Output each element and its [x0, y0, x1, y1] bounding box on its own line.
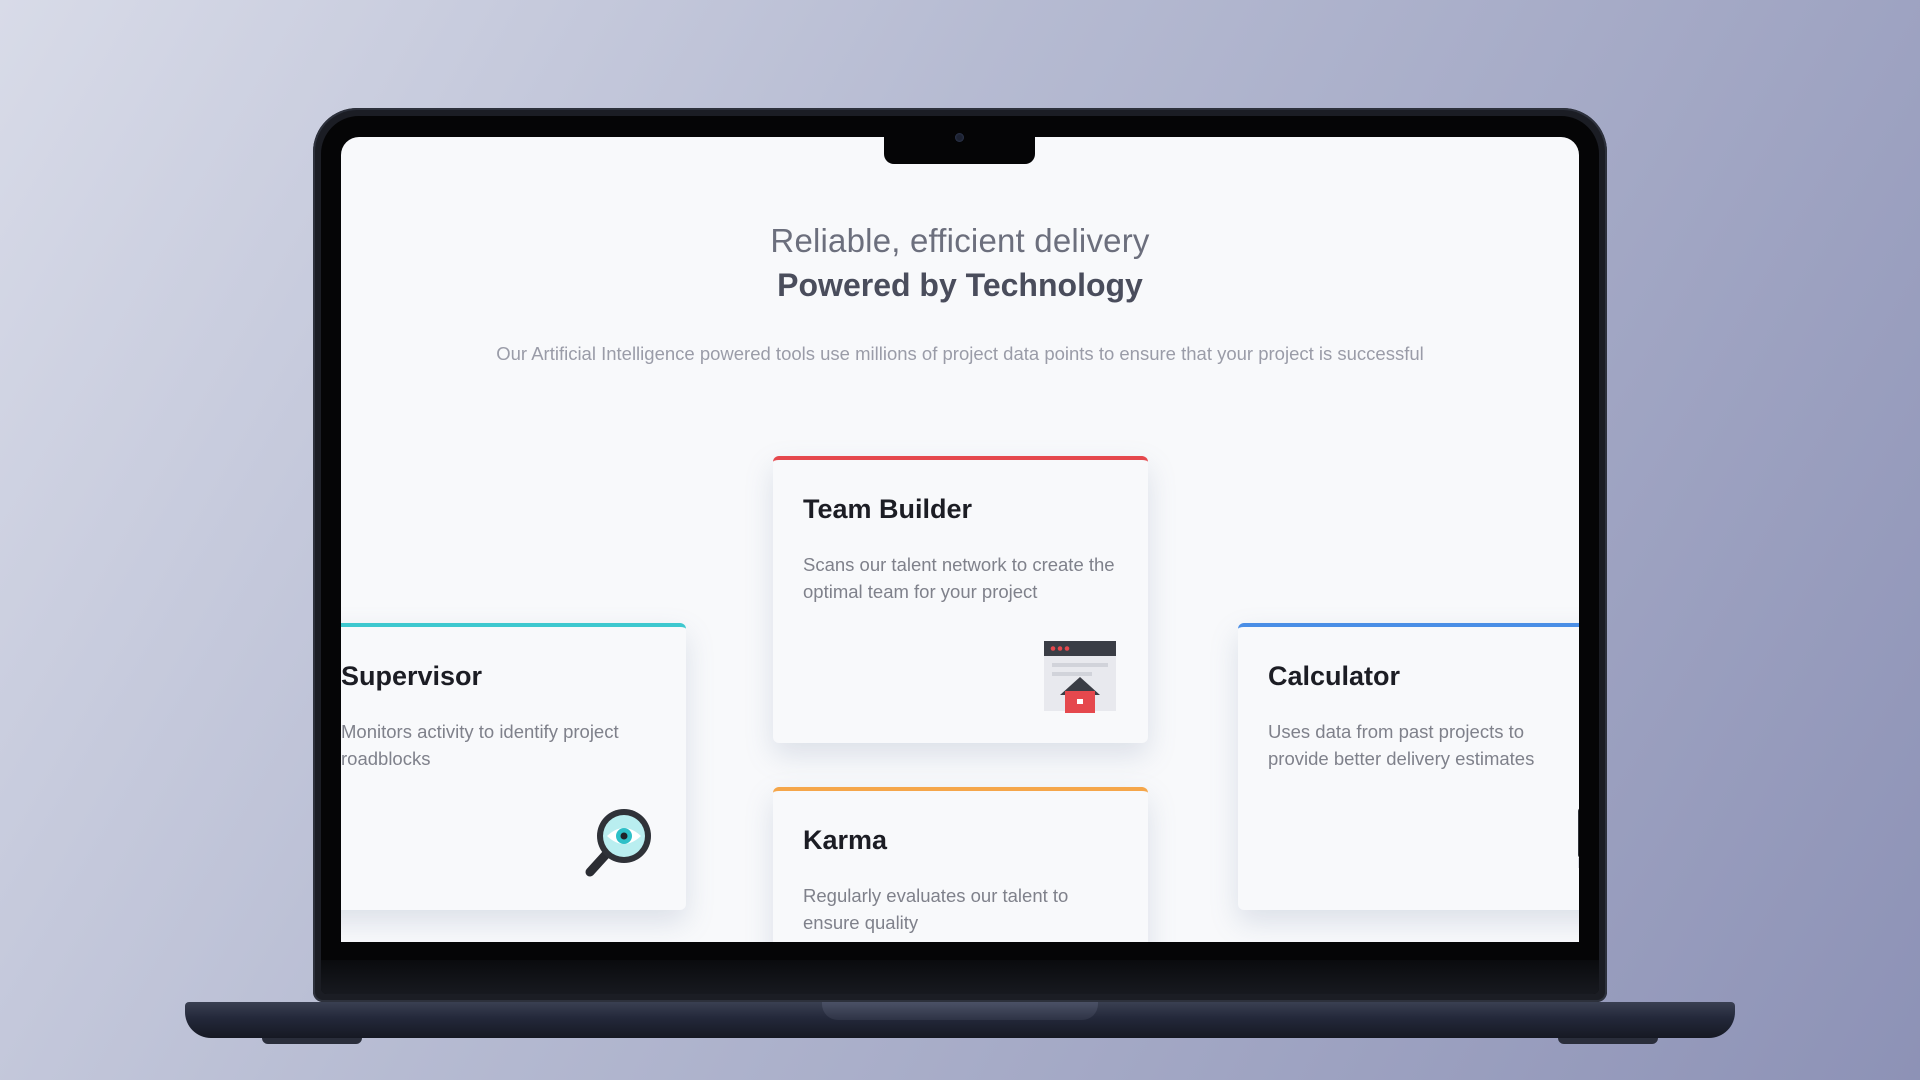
screen-chin: [321, 960, 1599, 994]
magnifier-eye-icon: [580, 806, 656, 882]
hero-subtitle: Reliable, efficient delivery: [770, 222, 1150, 259]
card-title: Karma: [803, 825, 888, 855]
card-karma[interactable]: Karma Regularly evaluates our talent to …: [773, 787, 1148, 942]
card-title: Team Builder: [803, 494, 973, 524]
monitor-chart-icon: [1576, 806, 1579, 882]
card-description: Regularly evaluates our talent to ensure…: [803, 885, 1069, 933]
card-supervisor[interactable]: Supervisor Monitors activity to identify…: [341, 623, 686, 910]
card-description: Uses data from past projects to provide …: [1268, 721, 1535, 769]
laptop-screen: Reliable, efficient delivery Powered by …: [341, 137, 1579, 942]
laptop-foot-left: [262, 1038, 362, 1044]
card-team-builder[interactable]: Team Builder Scans our talent network to…: [773, 456, 1148, 743]
camera-icon: [955, 133, 964, 142]
hero-description: Our Artificial Intelligence powered tool…: [496, 343, 1424, 364]
card-title: Calculator: [1268, 661, 1401, 691]
laptop-base-groove: [822, 1002, 1098, 1020]
card-calculator[interactable]: Calculator Uses data from past projects …: [1238, 623, 1579, 910]
hero-title: Powered by Technology: [777, 267, 1143, 303]
team-builder-house-icon: [1042, 639, 1118, 715]
card-description: Scans our talent network to create the o…: [803, 554, 1115, 602]
card-description: Monitors activity to identify project ro…: [341, 721, 619, 769]
laptop-foot-right: [1558, 1038, 1658, 1044]
card-title: Supervisor: [341, 661, 483, 691]
